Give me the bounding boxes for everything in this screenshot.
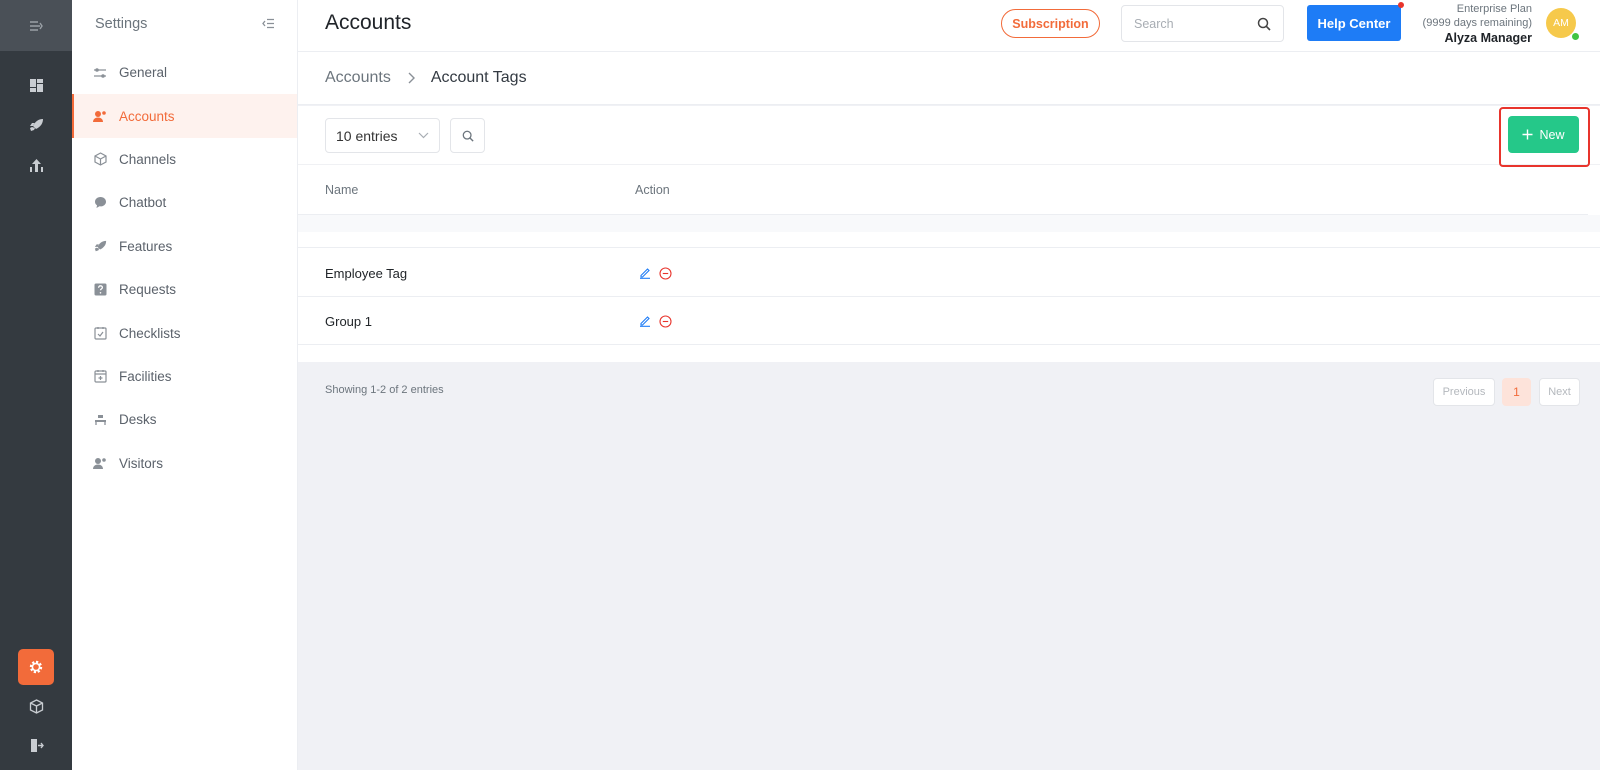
plan-days-remaining: (9999 days remaining) [1422,17,1532,29]
remove-icon[interactable] [659,266,672,280]
edit-icon[interactable] [639,315,651,327]
settings-button[interactable] [18,649,54,685]
tag-name-cell: Employee Tag [325,265,408,281]
sidebar-list: General Accounts Channels Chatbot Featur… [72,51,297,485]
menu-toggle-icon [30,20,43,31]
sidebar-item-features[interactable]: Features [72,225,297,268]
plan-name: Enterprise Plan [1456,3,1532,15]
new-button-label: New [1539,127,1565,142]
sidebar-item-desks[interactable]: Desks [72,398,297,441]
analytics-icon [29,158,43,172]
sidebar-item-requests[interactable]: Requests [72,268,297,311]
topbar: Accounts Subscription Help Center Enterp… [298,0,1600,52]
table-row: Group 1 [298,297,1600,345]
users-icon [93,109,107,123]
question-icon [93,283,107,297]
page-title: Accounts [325,11,412,34]
analytics-button[interactable] [0,153,72,177]
page-1-button[interactable]: 1 [1502,378,1531,406]
help-center-button[interactable]: Help Center [1307,5,1401,41]
menu-toggle-button[interactable] [0,0,72,51]
notification-dot [1398,2,1404,8]
sliders-icon [93,66,107,80]
table-header: Name Action [298,166,1588,215]
app-rail [0,0,72,770]
search-input[interactable] [1134,16,1252,31]
table-search-button[interactable] [450,118,485,153]
table-spacer [298,215,1600,232]
sidebar-item-visitors[interactable]: Visitors [72,442,297,485]
launch-button[interactable] [0,113,72,137]
subscription-button[interactable]: Subscription [1001,9,1100,38]
entries-select[interactable]: 10 entries [325,118,440,153]
column-header-name[interactable]: Name [325,166,358,214]
sidebar-item-channels[interactable]: Channels [72,138,297,181]
calendar-plus-icon [93,369,107,384]
plus-icon [1522,129,1533,140]
dashboard-button[interactable] [0,73,72,97]
previous-page-button[interactable]: Previous [1433,378,1495,406]
table-toolbar: 10 entries New [298,106,1600,167]
tag-name-cell: Group 1 [325,313,372,329]
cube-icon [93,152,107,167]
checklist-icon [93,326,107,340]
sidebar-item-label: Facilities [119,368,172,384]
sidebar-item-label: Channels [119,151,177,167]
chevron-right-icon [407,72,415,84]
breadcrumb-accounts-link[interactable]: Accounts [325,69,391,87]
settings-icon [29,660,43,674]
sidebar-item-label: Accounts [119,108,175,124]
box-icon [29,698,43,714]
rocket-icon [29,118,43,131]
sidebar-item-chatbot[interactable]: Chatbot [72,181,297,224]
logout-button[interactable] [0,733,72,757]
sidebar-item-checklists[interactable]: Checklists [72,311,297,354]
sidebar-item-label: Requests [119,282,177,298]
settings-sidebar: Settings General Accounts Channels Chatb… [72,0,298,770]
action-cell [639,297,672,345]
sidebar-item-label: General [119,65,168,81]
sidebar-item-label: Checklists [119,325,181,341]
rocket-icon [93,239,107,253]
search-icon[interactable] [1257,17,1271,31]
chat-icon [93,196,107,210]
sidebar-item-label: Features [119,238,173,254]
box-button[interactable] [0,694,72,718]
account-tags-card: 10 entries New Name Action Employee Tag … [298,106,1600,362]
sidebar-item-label: Chatbot [119,195,167,211]
column-header-action: Action [635,183,670,197]
action-cell [639,249,672,297]
desk-icon [93,413,107,427]
online-status-dot [1571,32,1580,41]
sidebar-item-facilities[interactable]: Facilities [72,355,297,398]
collapse-sidebar-button[interactable] [262,18,275,29]
sidebar-item-accounts[interactable]: Accounts [72,94,297,139]
new-button[interactable]: New [1508,116,1579,153]
table-spacer [298,232,1600,248]
showing-entries-text: Showing 1-2 of 2 entries [325,384,444,396]
sidebar-header: Settings [72,0,297,47]
user-name[interactable]: Alyza Manager [1423,31,1532,45]
sidebar-item-label: Visitors [119,455,164,471]
visitor-icon [93,456,107,470]
remove-icon[interactable] [659,314,672,328]
breadcrumb: Accounts Account Tags [298,52,1600,105]
next-page-button[interactable]: Next [1539,378,1580,406]
logout-icon [30,738,44,752]
sidebar-item-general[interactable]: General [72,51,297,94]
collapse-icon [262,18,274,29]
search-field [1121,5,1284,42]
sidebar-title: Settings [95,15,148,32]
breadcrumb-current: Account Tags [430,69,527,86]
dashboard-icon [29,78,43,92]
table-row: Employee Tag [298,249,1600,297]
search-icon [462,130,474,142]
sidebar-item-label: Desks [119,412,157,428]
entries-select-value: 10 entries [336,127,398,144]
edit-icon[interactable] [639,267,651,279]
chevron-down-icon [418,132,429,139]
plan-info: Enterprise Plan (9999 days remaining) Al… [1423,2,1532,45]
